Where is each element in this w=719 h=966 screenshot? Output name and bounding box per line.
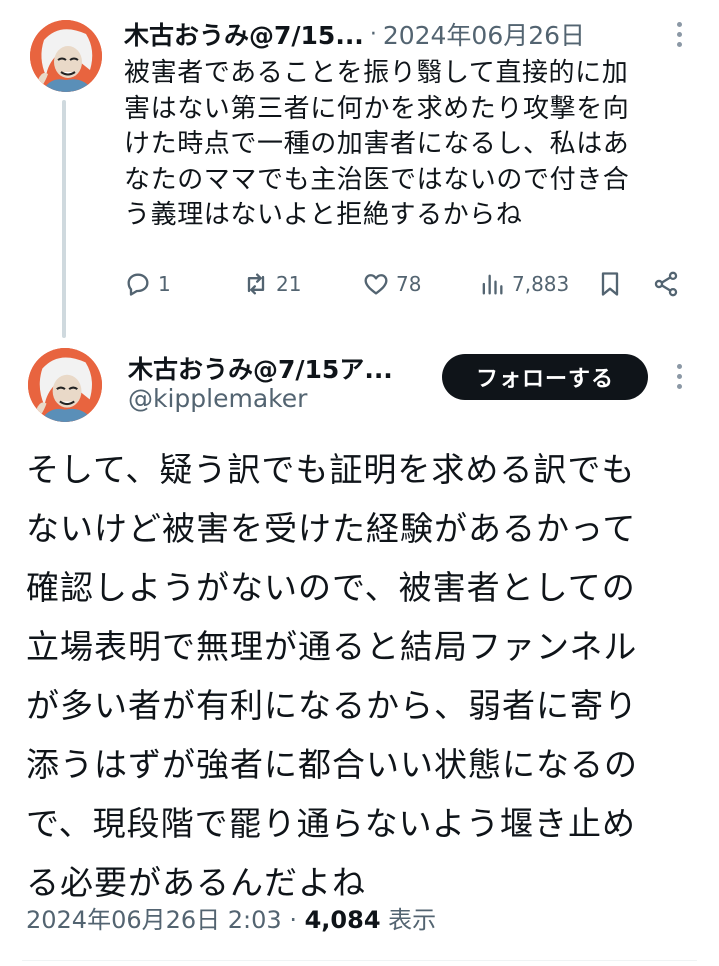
retweet-count: 21 [276,272,302,296]
retweet-icon [247,273,265,295]
separator: · [289,906,297,934]
like-icon [364,274,388,295]
views-count: 7,883 [512,272,570,296]
more-icon[interactable] [674,22,684,47]
user-handle[interactable]: @kipplemaker [128,384,307,413]
reply-count: 1 [158,272,171,296]
share-icon [654,271,678,297]
views-icon [482,274,503,295]
tweet2-text: そして、疑う訳でも証明を求める訳でも ないけど被害を受けた経験があるかって 確認… [26,450,638,902]
follow-button[interactable]: フォローする [442,354,648,400]
display-name[interactable]: 木古おうみ@7/15ア... [128,350,393,386]
tweet1-header: 木古おうみ@7/15... · 2024年06月26日 [124,14,659,54]
bookmark-icon [601,272,619,296]
tweet1-text: 被害者であることを振り翳して直接的に加 害はない第三者に何かを求めたり攻撃を向 … [124,58,630,230]
reply-button[interactable]: 1 [124,270,171,298]
tweet-timestamp[interactable]: 2024年06月26日 2:03 [26,906,282,934]
reply-icon [127,273,149,296]
views-button[interactable]: 7,883 [478,270,569,298]
more-icon[interactable] [674,364,684,389]
thread-line [62,100,66,338]
tweet-meta: 2024年06月26日 2:03 · 4,084 表示 [26,900,436,935]
display-name[interactable]: 木古おうみ@7/15... [124,16,364,52]
share-button[interactable] [652,270,680,298]
avatar-image [28,348,102,422]
tweet1-actions: 1 21 78 7,883 [124,264,694,306]
divider [22,960,697,961]
like-count: 78 [396,272,422,296]
like-button[interactable]: 78 [362,270,421,298]
separator: · [369,21,377,47]
avatar[interactable] [30,20,102,92]
views-label: 表示 [388,906,437,934]
tweet-date[interactable]: 2024年06月26日 [383,16,585,52]
avatar-image [30,20,102,92]
retweet-button[interactable]: 21 [242,270,301,298]
view-count: 4,084 [304,906,381,934]
avatar[interactable] [28,348,102,422]
bookmark-button[interactable] [596,270,624,298]
